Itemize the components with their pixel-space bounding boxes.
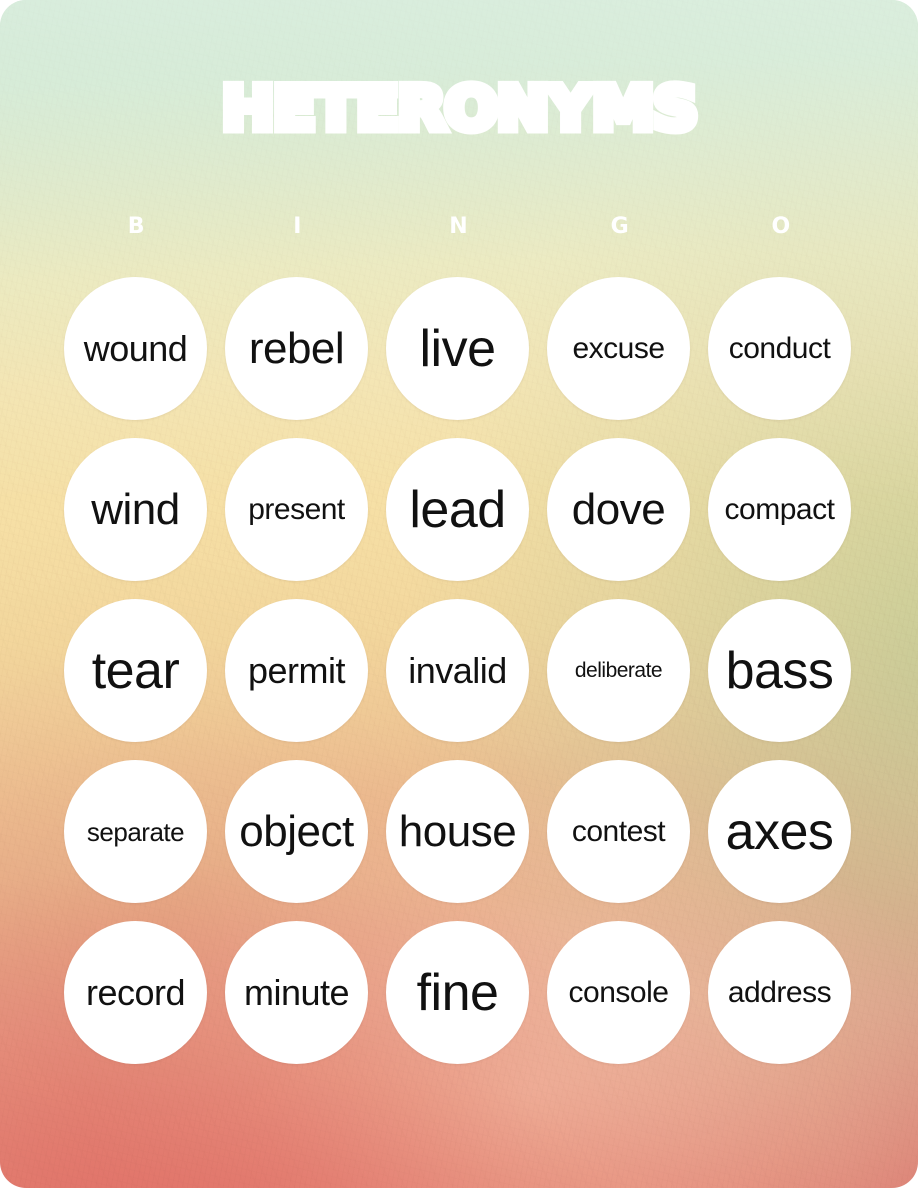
bingo-cell[interactable]: axes (708, 760, 851, 903)
bingo-cell-word: compact (724, 492, 835, 526)
bingo-cell-word: invalid (408, 649, 507, 691)
bingo-cell[interactable]: conduct (708, 277, 851, 420)
bingo-cell-word: conduct (728, 331, 831, 365)
bingo-cell-word: address (727, 975, 832, 1009)
bingo-cell[interactable]: compact (708, 438, 851, 581)
bingo-cell-word: excuse (572, 331, 665, 365)
bingo-cell[interactable]: contest (547, 760, 690, 903)
bingo-cell-word: live (419, 319, 496, 378)
bingo-cell-word: axes (725, 802, 834, 861)
bingo-cell[interactable]: object (225, 760, 368, 903)
bingo-cell[interactable]: wind (64, 438, 207, 581)
bingo-cell[interactable]: fine (386, 921, 529, 1064)
bingo-header-letter-o: O (771, 214, 792, 239)
bingo-header-letter-b: B (127, 214, 146, 239)
bingo-cell-word: present (248, 492, 345, 526)
bingo-cell-word: permit (247, 649, 346, 691)
bingo-cell-word: house (398, 806, 517, 856)
bingo-cell[interactable]: console (547, 921, 690, 1064)
bingo-cell[interactable]: dove (547, 438, 690, 581)
bingo-cell[interactable]: separate (64, 760, 207, 903)
bingo-cell[interactable]: address (708, 921, 851, 1064)
bingo-cell-word: dove (571, 484, 666, 534)
bingo-cell[interactable]: present (225, 438, 368, 581)
bingo-column-headers: BINGO (56, 212, 862, 242)
bingo-header-letter-n: N (449, 214, 469, 239)
bingo-cell-word: wound (83, 327, 188, 369)
bingo-cell[interactable]: house (386, 760, 529, 903)
bingo-cell-word: lead (409, 480, 506, 539)
bingo-cell-word: wind (91, 484, 180, 534)
bingo-grid: wound rebel live excuse conduct wind present le… (64, 277, 854, 1064)
bingo-cell-word: bass (725, 641, 834, 700)
bingo-cell[interactable]: record (64, 921, 207, 1064)
bingo-cell[interactable]: rebel (225, 277, 368, 420)
bingo-cell[interactable]: deliberate (547, 599, 690, 742)
bingo-cell-word: rebel (248, 323, 345, 373)
bingo-cell-word: fine (416, 963, 499, 1022)
page-title-text: Heteronyms (217, 48, 703, 153)
bingo-cell-word: separate (86, 816, 185, 847)
bingo-cell-word: console (568, 975, 669, 1009)
bingo-cell-word: minute (243, 971, 350, 1013)
bingo-cell[interactable]: lead (386, 438, 529, 581)
bingo-cell-word: deliberate (574, 659, 663, 682)
bingo-cell-word: tear (91, 641, 180, 700)
page-title: Heteronyms (0, 48, 918, 153)
bingo-cell-word: contest (571, 814, 666, 848)
bingo-cell-word: record (85, 971, 186, 1013)
bingo-header-letter-g: G (610, 214, 630, 239)
bingo-cell[interactable]: bass (708, 599, 851, 742)
bingo-cell[interactable]: tear (64, 599, 207, 742)
bingo-cell[interactable]: minute (225, 921, 368, 1064)
bingo-header-letter-i: I (293, 214, 303, 239)
bingo-cell[interactable]: permit (225, 599, 368, 742)
bingo-cell[interactable]: invalid (386, 599, 529, 742)
bingo-card: Heteronyms B I N G O wound rebel live excuse con… (0, 0, 918, 1188)
bingo-cell[interactable]: wound (64, 277, 207, 420)
bingo-cell[interactable]: live (386, 277, 529, 420)
bingo-cell-word: object (239, 806, 354, 856)
bingo-cell[interactable]: excuse (547, 277, 690, 420)
